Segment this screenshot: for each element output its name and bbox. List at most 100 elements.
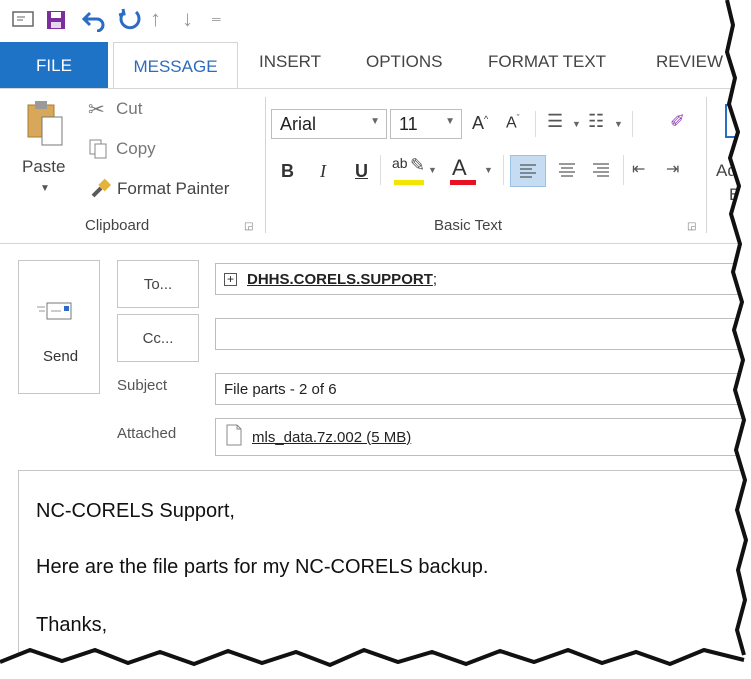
format-painter-button[interactable]: Format Painter <box>88 175 258 203</box>
align-center-icon <box>559 163 575 177</box>
up-icon[interactable]: ↑ <box>150 6 161 32</box>
tab-options[interactable]: OPTIONS <box>366 52 443 72</box>
body-signoff: Thanks, <box>36 614 108 636</box>
customize-icon[interactable]: ═ <box>212 12 221 26</box>
to-recipient[interactable]: DHHS.CORELS.SUPPORT <box>247 271 433 288</box>
font-size-dropdown[interactable]: 11 ▼ <box>390 109 462 139</box>
align-right-button[interactable] <box>585 155 617 187</box>
address-book-label-line1: Ad <box>716 161 737 180</box>
paste-label: Paste <box>22 157 66 176</box>
attached-label: Attached <box>117 425 177 442</box>
font-name-value: Arial <box>280 113 317 134</box>
italic-button[interactable]: I <box>320 161 326 182</box>
quick-access-toolbar: ↑ ↓ ═ <box>0 0 751 42</box>
attachment-field: mls_data.7z.002 (5 MB) <box>215 418 751 456</box>
align-right-icon <box>593 163 609 177</box>
cut-label: Cut <box>116 99 143 118</box>
numbering-dropdown-icon[interactable]: ▼ <box>614 119 623 129</box>
font-color-label: A <box>452 155 467 180</box>
align-left-button[interactable] <box>510 155 546 187</box>
copy-icon <box>88 138 108 165</box>
clear-formatting-icon[interactable]: ✐ <box>670 111 685 132</box>
highlight-button[interactable]: ab ✎ ▼ <box>392 155 438 187</box>
email-icon[interactable] <box>12 10 34 34</box>
tab-file[interactable]: FILE <box>0 42 108 89</box>
decrease-indent-icon[interactable]: ⇤ <box>632 159 645 179</box>
address-book-icon[interactable] <box>724 103 751 148</box>
toolbar-divider <box>380 155 381 185</box>
increase-indent-icon[interactable]: ⇥ <box>666 159 679 179</box>
compose-area: Send To... + DHHS.CORELS.SUPPORT ; Cc...… <box>0 244 751 679</box>
tab-message-label: MESSAGE <box>133 56 218 76</box>
bold-button[interactable]: B <box>281 161 294 182</box>
brush-icon <box>90 177 112 204</box>
bullets-icon[interactable]: ☰ <box>547 111 563 132</box>
to-field[interactable]: + DHHS.CORELS.SUPPORT ; <box>215 263 751 295</box>
subject-field[interactable]: File parts - 2 of 6 <box>215 373 751 405</box>
subject-value: File parts - 2 of 6 <box>224 380 337 398</box>
cc-label: Cc... <box>142 329 174 347</box>
paste-button[interactable]: Paste ▼ <box>14 95 74 205</box>
expand-group-icon[interactable]: + <box>224 272 237 286</box>
tab-file-label: FILE <box>36 55 72 75</box>
body-text: Here are the file parts for my NC-CORELS… <box>36 556 489 578</box>
recipient-separator: ; <box>432 270 438 288</box>
highlight-label: ab <box>392 155 408 171</box>
save-icon[interactable] <box>45 9 67 37</box>
toolbar-divider <box>632 111 633 137</box>
cc-button[interactable]: Cc... <box>117 314 199 362</box>
scissors-icon: ✂ <box>88 99 105 121</box>
basic-text-launcher-icon[interactable]: ◲ <box>687 221 696 232</box>
document-icon <box>226 424 242 450</box>
attachment-link[interactable]: mls_data.7z.002 (5 MB) <box>252 429 411 446</box>
tab-message[interactable]: MESSAGE <box>113 42 238 90</box>
clipboard-launcher-icon[interactable]: ◲ <box>244 221 253 232</box>
align-left-icon <box>520 164 536 178</box>
paste-icon <box>24 99 64 154</box>
marker-icon: ✎ <box>410 155 426 175</box>
chevron-down-icon: ▼ <box>428 165 437 175</box>
to-label: To... <box>143 275 173 293</box>
toolbar-divider <box>623 155 624 185</box>
format-painter-label: Format Painter <box>117 179 230 198</box>
tab-review[interactable]: REVIEW <box>656 52 723 72</box>
font-size-value: 11 <box>399 113 418 134</box>
body-greeting: NC-CORELS Support, <box>36 500 235 522</box>
highlight-color-swatch <box>394 180 424 185</box>
ribbon-divider <box>265 97 266 233</box>
toolbar-divider <box>503 155 504 185</box>
toolbar-divider <box>535 111 536 137</box>
bullets-dropdown-icon[interactable]: ▼ <box>572 119 581 129</box>
address-book-label-line2: B <box>729 185 741 204</box>
grow-font-icon[interactable]: A^ <box>472 113 488 134</box>
copy-label: Copy <box>116 139 156 158</box>
ribbon-divider <box>706 97 707 233</box>
send-label: Send <box>43 348 79 365</box>
undo-icon[interactable] <box>81 8 107 38</box>
outlook-message-window: ↑ ↓ ═ FILE MESSAGE INSERT OPTIONS FORMAT… <box>0 0 751 679</box>
numbering-icon[interactable]: ☷ <box>588 111 604 132</box>
ribbon-tabs: FILE MESSAGE INSERT OPTIONS FORMAT TEXT … <box>0 42 751 90</box>
to-button[interactable]: To... <box>117 260 199 308</box>
chevron-down-icon: ▼ <box>484 165 493 175</box>
cc-field[interactable] <box>215 318 751 350</box>
font-color-button[interactable]: A ▼ <box>448 155 494 187</box>
chevron-down-icon: ▼ <box>445 116 455 127</box>
underline-button[interactable]: U <box>355 161 368 182</box>
message-body[interactable]: NC-CORELS Support, Here are the file par… <box>18 470 751 679</box>
tab-insert[interactable]: INSERT <box>259 52 321 72</box>
tab-format-text[interactable]: FORMAT TEXT <box>488 52 606 72</box>
cut-button[interactable]: ✂ Cut <box>88 95 178 123</box>
align-center-button[interactable] <box>551 155 583 187</box>
ribbon: Paste ▼ ✂ Cut Copy Format Painter Clipbo… <box>0 88 751 244</box>
clipboard-group-label: Clipboard <box>85 217 150 234</box>
chevron-down-icon: ▼ <box>370 116 380 127</box>
font-name-dropdown[interactable]: Arial ▼ <box>271 109 387 139</box>
send-envelope-icon <box>35 299 77 328</box>
basic-text-group-label: Basic Text <box>434 217 503 234</box>
down-icon[interactable]: ↓ <box>182 6 193 32</box>
copy-button[interactable]: Copy <box>88 135 188 163</box>
redo-icon[interactable] <box>116 8 142 38</box>
shrink-font-icon[interactable]: Aˇ <box>506 113 520 132</box>
send-button[interactable]: Send <box>18 260 100 394</box>
